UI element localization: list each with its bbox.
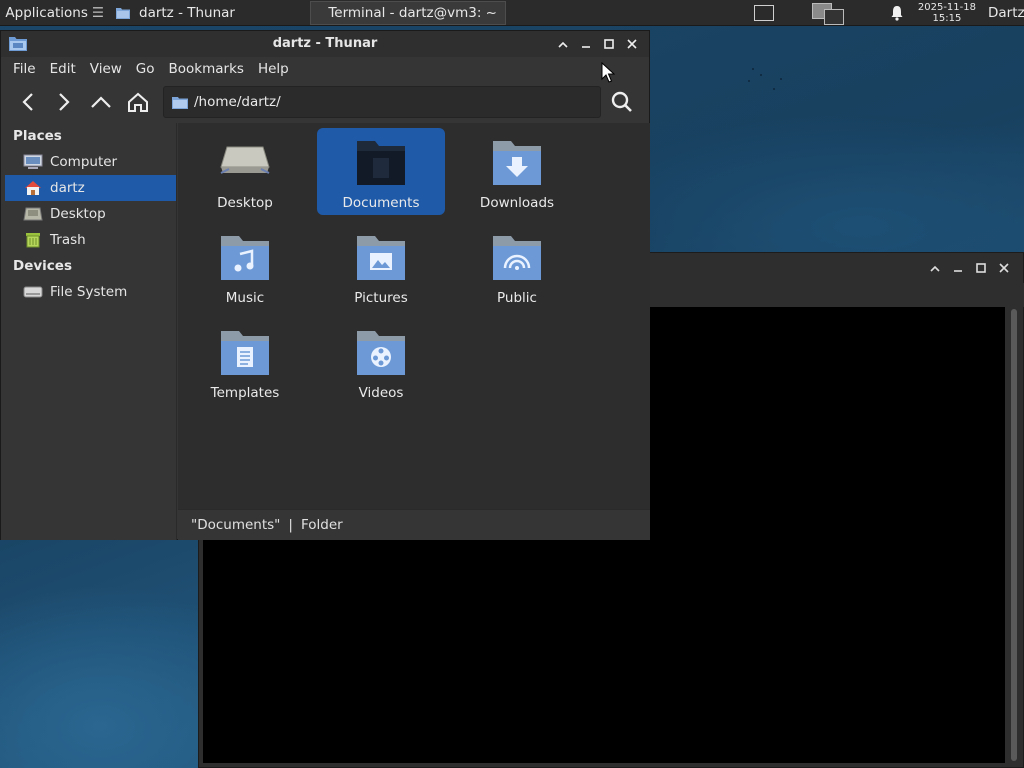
clock-time: 15:15: [932, 12, 962, 24]
file-label: Public: [497, 290, 537, 306]
desktop-folder-icon: [220, 146, 270, 174]
notification-bell-icon[interactable]: [890, 5, 904, 21]
menu-file[interactable]: File: [6, 61, 43, 77]
applications-label: Applications: [5, 4, 88, 21]
file-label: Downloads: [479, 195, 555, 211]
workspace-1-icon[interactable]: [753, 4, 774, 21]
terminal-scrollbar[interactable]: [1011, 309, 1017, 761]
sidebar-header-places: Places: [13, 128, 62, 144]
sidebar-item-label: Computer: [50, 154, 118, 170]
applications-menu-button[interactable]: Applications ☰: [0, 0, 108, 26]
up-button[interactable]: [86, 88, 116, 116]
minimize-icon[interactable]: [946, 258, 969, 278]
menu-help[interactable]: Help: [251, 61, 296, 77]
home-button[interactable]: [123, 88, 153, 116]
clock[interactable]: 2025-11-18 15:15: [918, 2, 976, 24]
sidebar-item-label: File System: [50, 284, 128, 300]
top-panel: Applications ☰ dartz - Thunar Terminal -…: [0, 0, 1024, 26]
music-folder-icon: [221, 236, 269, 280]
search-icon: [611, 91, 632, 112]
public-folder-icon: [493, 236, 541, 280]
file-label: Documents: [342, 195, 420, 211]
thunar-titlebar[interactable]: dartz - Thunar: [1, 31, 649, 57]
search-button[interactable]: [607, 88, 637, 116]
file-label: Music: [225, 290, 265, 306]
close-icon[interactable]: [992, 258, 1015, 278]
task-label: dartz - Thunar: [139, 4, 235, 21]
menubar: File Edit View Go Bookmarks Help: [1, 57, 649, 81]
sidebar-item-label: Trash: [50, 232, 86, 248]
file-item-music[interactable]: Music: [181, 223, 309, 310]
sidebar-item-label: Desktop: [50, 206, 106, 222]
sidebar-item-trash[interactable]: Trash: [1, 227, 176, 253]
file-item-desktop[interactable]: Desktop: [181, 128, 309, 215]
file-label: Desktop: [217, 195, 273, 211]
file-item-documents[interactable]: Documents: [317, 128, 445, 215]
videos-folder-icon: [357, 331, 405, 375]
file-item-pictures[interactable]: Pictures: [317, 223, 445, 310]
mouse-pointer-icon: [601, 62, 615, 83]
maximize-icon[interactable]: [969, 258, 992, 278]
desktop-icon: [23, 206, 43, 222]
menu-bookmarks[interactable]: Bookmarks: [162, 61, 251, 77]
location-path: /home/dartz/: [194, 94, 281, 110]
home-icon: [23, 180, 43, 196]
folder-icon: [116, 7, 130, 19]
drive-icon: [23, 284, 43, 300]
maximize-icon[interactable]: [597, 34, 620, 54]
menu-go[interactable]: Go: [129, 61, 162, 77]
file-item-downloads[interactable]: Downloads: [453, 128, 581, 215]
thunar-window[interactable]: dartz - Thunar File Edit View Go Bookmar…: [0, 30, 650, 540]
file-item-templates[interactable]: Templates: [181, 318, 309, 405]
downloads-folder-icon: [493, 141, 541, 185]
file-label: Templates: [210, 385, 280, 401]
location-bar[interactable]: /home/dartz/: [163, 86, 601, 118]
sidebar: Places Computer dartz Desktop Trash Devi: [1, 123, 177, 540]
task-thunar[interactable]: dartz - Thunar: [108, 0, 306, 26]
user-menu[interactable]: Dartz: [988, 5, 1024, 21]
sidebar-item-desktop[interactable]: Desktop: [1, 201, 176, 227]
status-selection-type: Folder: [300, 517, 343, 533]
templates-folder-icon: [221, 331, 269, 375]
file-label: Pictures: [354, 290, 408, 306]
menu-view[interactable]: View: [83, 61, 129, 77]
computer-icon: [23, 154, 43, 170]
back-button[interactable]: [13, 88, 43, 116]
pictures-folder-icon: [357, 236, 405, 280]
minimize-icon[interactable]: [574, 34, 597, 54]
file-label: Videos: [358, 385, 404, 401]
shade-icon[interactable]: [923, 258, 946, 278]
chevron-right-icon: [59, 93, 70, 111]
sidebar-item-dartz[interactable]: dartz: [5, 175, 176, 201]
menu-edit[interactable]: Edit: [43, 61, 83, 77]
toolbar: /home/dartz/: [1, 81, 649, 123]
folder-icon: [172, 96, 188, 109]
workspace-2-icon[interactable]: [811, 1, 846, 25]
sidebar-item-file-system[interactable]: File System: [1, 279, 176, 305]
file-icon-view[interactable]: Desktop Documents Downloads Music Pictur…: [178, 123, 650, 509]
close-icon[interactable]: [620, 34, 643, 54]
status-bar: "Documents" | Folder: [178, 509, 650, 540]
home-icon: [128, 92, 148, 112]
trash-icon: [23, 232, 43, 248]
documents-folder-icon: [357, 141, 405, 185]
sidebar-item-label: dartz: [50, 180, 85, 196]
sidebar-header-devices: Devices: [13, 258, 72, 274]
sidebar-item-computer[interactable]: Computer: [1, 149, 176, 175]
chevron-left-icon: [22, 93, 33, 111]
status-separator: |: [288, 517, 293, 533]
shade-icon[interactable]: [551, 34, 574, 54]
chevron-up-icon: [91, 96, 111, 108]
file-item-videos[interactable]: Videos: [317, 318, 445, 405]
forward-button[interactable]: [49, 88, 79, 116]
status-selection-name: "Documents": [191, 517, 281, 533]
file-item-public[interactable]: Public: [453, 223, 581, 310]
task-label: Terminal - dartz@vm3: ~: [328, 4, 497, 21]
clock-date: 2025-11-18: [917, 1, 976, 13]
task-terminal[interactable]: Terminal - dartz@vm3: ~: [310, 0, 506, 25]
